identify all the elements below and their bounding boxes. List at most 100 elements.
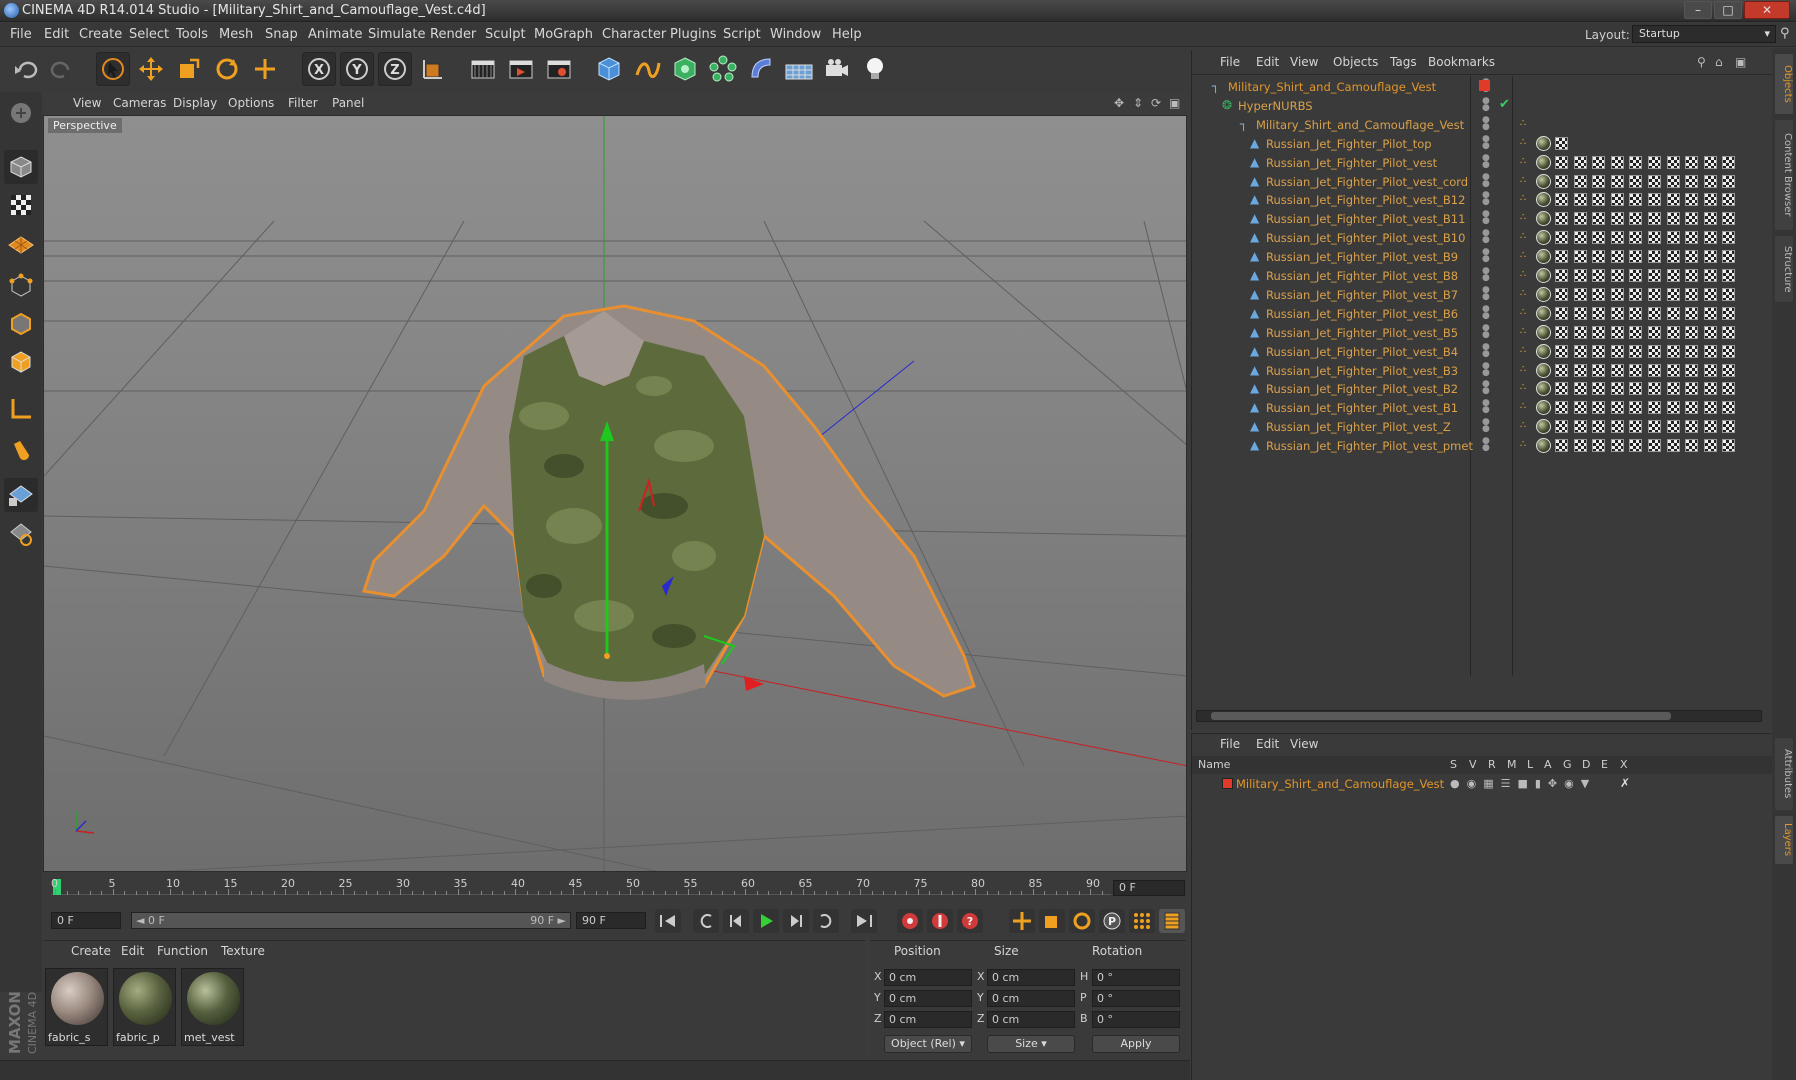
texture-tag-icon[interactable] <box>1722 193 1736 207</box>
object-new-view-icon[interactable]: ▣ <box>1735 55 1746 69</box>
texture-tag-icon[interactable] <box>1610 382 1624 396</box>
current-frame-field[interactable]: 0 F <box>1113 880 1185 896</box>
object-name[interactable]: Russian_Jet_Fighter_Pilot_vest_Z <box>1266 420 1451 434</box>
texture-tag-icon[interactable] <box>1573 212 1587 226</box>
texture-tag-icon[interactable] <box>1555 136 1568 150</box>
object-name[interactable]: Russian_Jet_Fighter_Pilot_vest_B10 <box>1266 231 1465 245</box>
material-tag-icon[interactable] <box>1536 343 1551 359</box>
object-name[interactable]: Russian_Jet_Fighter_Pilot_vest_B4 <box>1266 345 1458 359</box>
texture-tag-icon[interactable] <box>1629 420 1643 434</box>
menu-tools[interactable]: Tools <box>176 27 208 42</box>
spline-pen-icon[interactable] <box>630 52 664 86</box>
texture-tag-icon[interactable] <box>1592 325 1606 339</box>
texture-tag-icon[interactable] <box>1685 420 1699 434</box>
texture-tag-icon[interactable] <box>1592 269 1606 282</box>
object-row[interactable]: ▲ Russian_Jet_Fighter_Pilot_vest_B8 ● ● ∴ <box>1194 266 1770 287</box>
texture-tag-icon[interactable] <box>1629 325 1643 339</box>
y-axis-lock-icon[interactable]: Y <box>340 52 374 86</box>
layer-menu-edit[interactable]: Edit <box>1256 737 1279 751</box>
menu-simulate[interactable]: Simulate <box>368 27 425 42</box>
polygons-mode-icon[interactable] <box>4 344 38 378</box>
object-row[interactable]: ▲ Russian_Jet_Fighter_Pilot_vest_B9 ● ● ∴ <box>1194 247 1770 268</box>
texture-tag-icon[interactable] <box>1610 269 1624 282</box>
texture-tag-icon[interactable] <box>1610 287 1624 301</box>
layer-col-g[interactable]: G <box>1563 758 1572 771</box>
play-icon[interactable] <box>753 909 779 933</box>
menu-render[interactable]: Render <box>430 27 476 42</box>
x-axis-lock-icon[interactable]: X <box>302 52 336 86</box>
visibility-dots-icon[interactable]: ●● <box>1482 380 1490 396</box>
phong-tag-icon[interactable]: ∴ <box>1520 439 1526 450</box>
texture-tag-icon[interactable] <box>1666 231 1680 245</box>
texture-tag-icon[interactable] <box>1573 269 1587 282</box>
viewport-zoom-icon[interactable]: ⇕ <box>1133 96 1143 110</box>
tab-content-browser[interactable]: Content Browser <box>1775 120 1793 230</box>
visibility-dots-icon[interactable]: ●● <box>1482 210 1490 226</box>
material-tag-icon[interactable] <box>1536 381 1551 397</box>
close-button[interactable]: ✕ <box>1744 1 1790 19</box>
texture-tag-icon[interactable] <box>1703 325 1717 339</box>
render-picture-viewer-icon[interactable] <box>504 52 538 86</box>
texture-tag-icon[interactable] <box>1592 193 1606 207</box>
rotation-b-field[interactable]: 0 ° <box>1092 1011 1180 1028</box>
material-tag-icon[interactable] <box>1536 419 1551 435</box>
phong-tag-icon[interactable]: ∴ <box>1520 364 1526 375</box>
texture-tag-icon[interactable] <box>1703 231 1717 245</box>
texture-tag-icon[interactable] <box>1629 155 1643 169</box>
go-to-end-icon[interactable] <box>851 909 877 933</box>
texture-tag-icon[interactable] <box>1666 155 1680 169</box>
texture-tag-icon[interactable] <box>1666 401 1680 415</box>
viewport-menu-view[interactable]: View <box>73 96 101 110</box>
texture-tag-icon[interactable] <box>1629 231 1643 245</box>
grid-lock-icon[interactable] <box>4 478 38 512</box>
range-slider[interactable]: ◄ 0 F 90 F ► <box>131 912 571 929</box>
material-tag-icon[interactable] <box>1536 154 1551 170</box>
layer-color-swatch[interactable] <box>1479 80 1490 91</box>
object-row[interactable]: ▲ Russian_Jet_Fighter_Pilot_vest_B5 ● ● ∴ <box>1194 323 1770 344</box>
object-search-icon[interactable]: ⚲ <box>1697 55 1706 69</box>
phong-tag-icon[interactable]: ∴ <box>1520 307 1526 318</box>
texture-tag-icon[interactable] <box>1722 382 1736 396</box>
texture-tag-icon[interactable] <box>1685 382 1699 396</box>
layer-flag-icons[interactable]: ●◉▦☰■▮✥◉▼ <box>1450 777 1596 790</box>
object-menu-edit[interactable]: Edit <box>1256 55 1279 69</box>
texture-tag-icon[interactable] <box>1573 174 1587 188</box>
visibility-dots-icon[interactable]: ●● <box>1482 229 1490 245</box>
texture-tag-icon[interactable] <box>1629 439 1643 453</box>
texture-tag-icon[interactable] <box>1555 382 1568 396</box>
perspective-viewport[interactable]: Perspective <box>43 115 1187 872</box>
rotation-h-field[interactable]: 0 ° <box>1092 969 1180 986</box>
position-y-field[interactable]: 0 cm <box>884 990 972 1007</box>
phong-tag-icon[interactable]: ∴ <box>1520 326 1526 337</box>
tab-structure[interactable]: Structure <box>1775 236 1793 302</box>
visibility-dots-icon[interactable]: ●● <box>1482 342 1490 358</box>
deformer-icon[interactable] <box>744 52 778 86</box>
texture-tag-icon[interactable] <box>1703 250 1717 264</box>
phong-tag-icon[interactable]: ∴ <box>1520 193 1526 204</box>
viewport-menu-options[interactable]: Options <box>228 96 274 110</box>
texture-tag-icon[interactable] <box>1592 212 1606 226</box>
material-swatch-fabric-p[interactable]: fabric_p <box>113 968 176 1046</box>
texture-tag-icon[interactable] <box>1648 363 1661 377</box>
object-name[interactable]: HyperNURBS <box>1238 99 1313 113</box>
axis-mode-icon[interactable] <box>4 392 38 426</box>
texture-tag-icon[interactable] <box>1722 363 1736 377</box>
material-tag-icon[interactable] <box>1536 230 1551 246</box>
key-rotation-icon[interactable] <box>1069 909 1095 933</box>
texture-tag-icon[interactable] <box>1685 287 1699 301</box>
texture-tag-icon[interactable] <box>1648 344 1661 358</box>
object-row[interactable]: ▲ Russian_Jet_Fighter_Pilot_vest_B3 ● ● ∴ <box>1194 361 1770 382</box>
size-mode-select[interactable]: Size ▾ <box>987 1035 1075 1053</box>
texture-tag-icon[interactable] <box>1610 193 1624 207</box>
next-keyframe-icon[interactable] <box>813 909 839 933</box>
texture-tag-icon[interactable] <box>1555 439 1568 453</box>
texture-tag-icon[interactable] <box>1629 269 1643 282</box>
layer-col-m[interactable]: M <box>1507 758 1517 771</box>
texture-tag-icon[interactable] <box>1573 250 1587 264</box>
layer-col-v[interactable]: V <box>1469 758 1477 771</box>
texture-tag-icon[interactable] <box>1722 250 1736 264</box>
texture-tag-icon[interactable] <box>1666 382 1680 396</box>
object-menu-view[interactable]: View <box>1290 55 1318 69</box>
start-frame-field[interactable]: 0 F <box>51 912 121 929</box>
render-view-icon[interactable] <box>466 52 500 86</box>
